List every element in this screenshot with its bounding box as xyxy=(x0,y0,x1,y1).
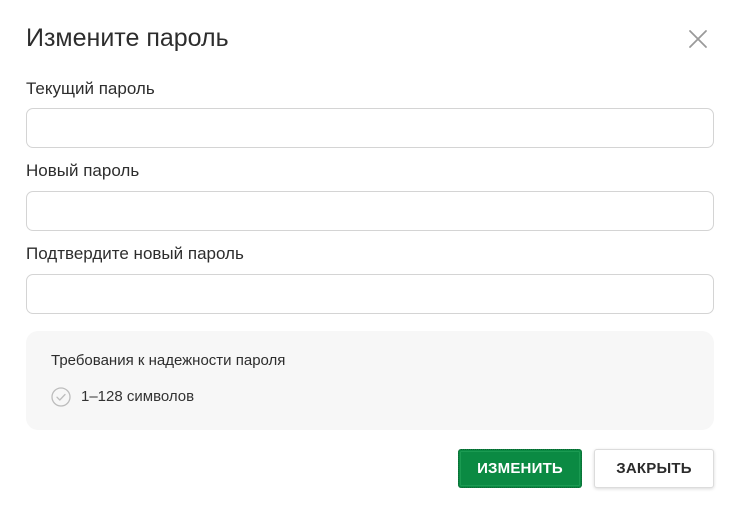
current-password-input[interactable] xyxy=(26,108,714,148)
confirm-password-label: Подтвердите новый пароль xyxy=(26,244,244,263)
check-circle-icon xyxy=(51,387,71,407)
close-dialog-button[interactable] xyxy=(683,24,713,54)
close-icon xyxy=(689,30,707,48)
submit-change-button[interactable]: ИЗМЕНИТЬ xyxy=(458,449,582,488)
new-password-input[interactable] xyxy=(26,191,714,231)
requirements-title: Требования к надежности пароля xyxy=(51,352,286,369)
confirm-password-input[interactable] xyxy=(26,274,714,314)
change-password-dialog: Измените пароль Текущий пароль Новый пар… xyxy=(0,0,741,509)
password-requirements-panel: Требования к надежности пароля 1–128 сим… xyxy=(26,331,714,430)
new-password-label: Новый пароль xyxy=(26,161,140,180)
close-button[interactable]: ЗАКРЫТЬ xyxy=(594,449,714,488)
dialog-title: Измените пароль xyxy=(26,24,229,52)
requirement-text: 1–128 символов xyxy=(81,388,195,405)
requirement-item: 1–128 символов xyxy=(51,387,194,407)
current-password-label: Текущий пароль xyxy=(26,79,155,98)
